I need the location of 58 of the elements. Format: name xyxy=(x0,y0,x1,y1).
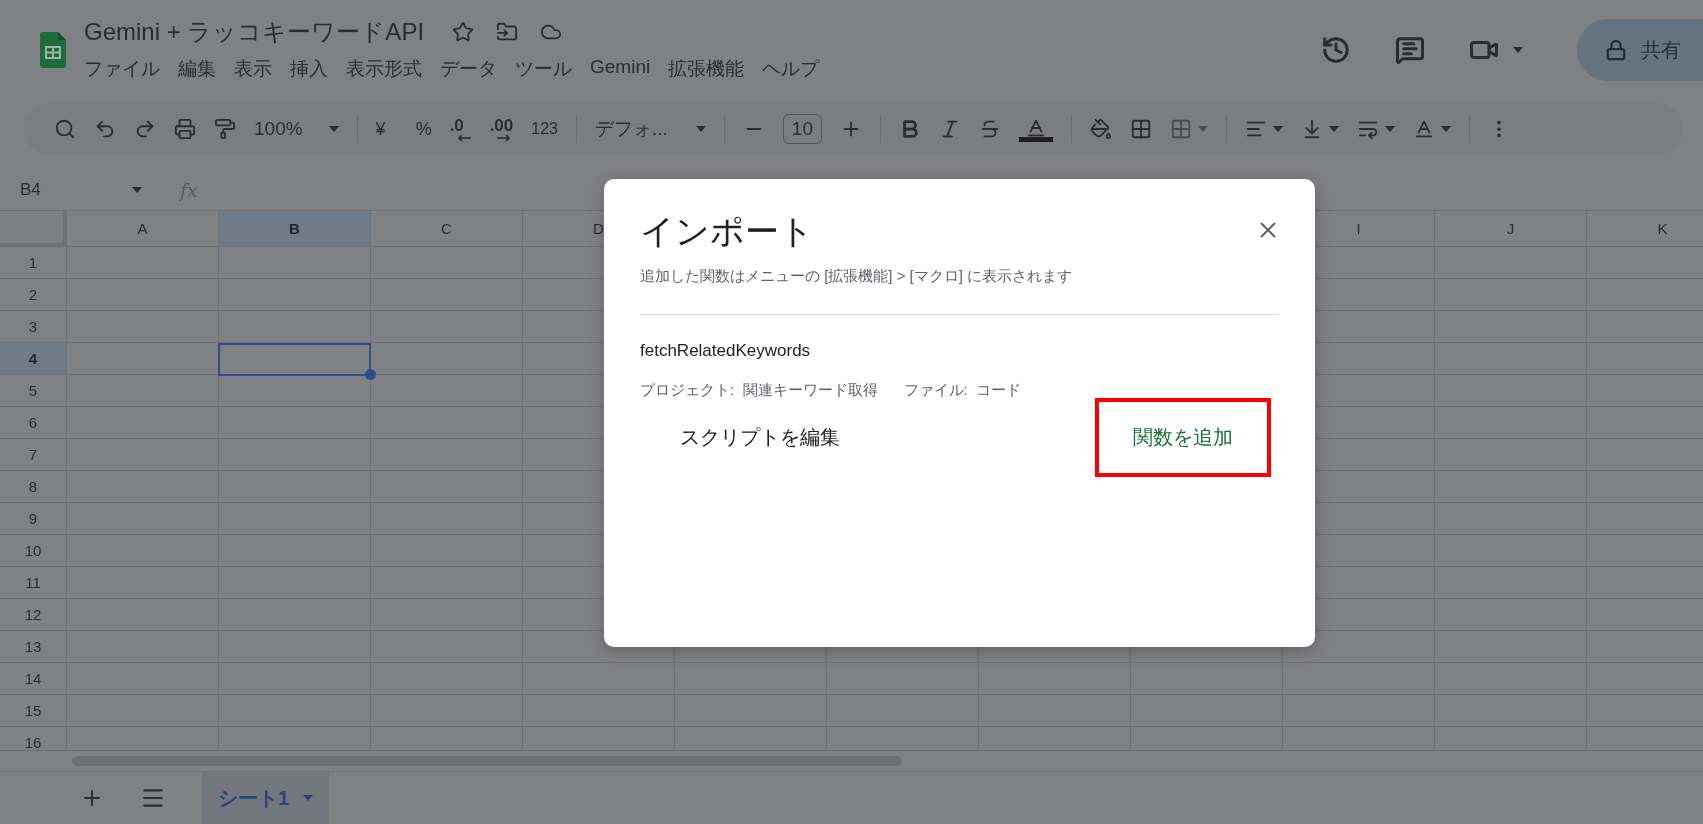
increase-decimals-button[interactable]: .00 xyxy=(489,116,514,142)
menu-item[interactable]: データ xyxy=(432,54,505,84)
caret-icon xyxy=(1513,47,1523,53)
function-name: fetchRelatedKeywords xyxy=(640,341,812,361)
zoom-dropdown[interactable]: 100% xyxy=(254,118,339,140)
fill-handle[interactable] xyxy=(365,369,376,380)
project-info: プロジェクト: 関連キーワード取得 xyxy=(640,381,878,400)
menu-item[interactable]: 表示 xyxy=(226,54,280,84)
fill-color-icon[interactable] xyxy=(1089,118,1112,140)
print-icon[interactable] xyxy=(174,118,196,140)
paint-roller-icon[interactable] xyxy=(214,118,236,140)
search-icon[interactable] xyxy=(54,118,76,140)
add-function-button[interactable]: 関数を追加 xyxy=(1095,398,1271,477)
lock-icon xyxy=(1605,39,1627,61)
row-header[interactable]: 4 xyxy=(0,343,67,375)
number-format-button[interactable]: 123 xyxy=(531,120,558,138)
caret-icon xyxy=(695,126,706,132)
menu-item[interactable]: 編集 xyxy=(170,54,224,84)
file-info: ファイル: コード xyxy=(903,381,1022,400)
share-button[interactable]: 共有 xyxy=(1577,19,1703,81)
font-dropdown[interactable]: デフォ... xyxy=(595,116,706,142)
move-folder-icon[interactable] xyxy=(496,21,519,43)
undo-icon[interactable] xyxy=(94,118,116,140)
merge-cells-icon[interactable] xyxy=(1169,118,1192,140)
redo-icon[interactable] xyxy=(134,118,156,140)
comment-icon[interactable] xyxy=(1395,35,1425,65)
arrow-icon xyxy=(495,133,512,142)
history-icon[interactable] xyxy=(1321,35,1351,65)
menu-item[interactable]: ファイル xyxy=(76,54,168,84)
dialog-subtitle: 追加した関数はメニューの [拡張機能] > [マクロ] に表示されます xyxy=(640,267,1074,286)
percent-format-button[interactable]: % xyxy=(415,118,432,140)
caret-icon xyxy=(1272,126,1283,132)
menu-item[interactable]: 拡張機能 xyxy=(660,54,753,84)
column-header[interactable]: B xyxy=(219,211,371,247)
sheet-tab[interactable]: シート1 xyxy=(202,772,330,824)
menu-item[interactable]: 挿入 xyxy=(282,54,336,84)
selected-cell[interactable] xyxy=(218,343,371,376)
arrow-icon xyxy=(455,133,472,142)
cell-reference: B4 xyxy=(20,180,41,200)
caret-icon xyxy=(1197,126,1208,132)
currency-format-button[interactable]: ¥ xyxy=(375,118,386,140)
menu-item[interactable]: Gemini xyxy=(582,54,659,84)
menu-item[interactable]: ツール xyxy=(507,54,580,84)
menu-item[interactable]: 表示形式 xyxy=(338,54,430,84)
caret-icon xyxy=(303,795,314,801)
caret-icon xyxy=(132,187,142,193)
font-size-field[interactable]: 10 xyxy=(782,114,822,144)
decrease-decimals-button[interactable]: .0 xyxy=(449,116,472,142)
caret-icon xyxy=(1440,126,1451,132)
star-icon[interactable] xyxy=(452,21,475,43)
spreadsheet-logo[interactable] xyxy=(40,32,66,68)
caret-icon xyxy=(1328,126,1339,132)
caret-icon xyxy=(1384,126,1395,132)
borders-icon[interactable] xyxy=(1129,118,1152,140)
name-box[interactable]: B4 xyxy=(20,180,142,200)
document-title[interactable]: Gemini + ラッコキーワードAPI xyxy=(84,16,425,48)
caret-icon xyxy=(328,126,339,132)
menu-item[interactable]: ヘルプ xyxy=(754,54,828,84)
